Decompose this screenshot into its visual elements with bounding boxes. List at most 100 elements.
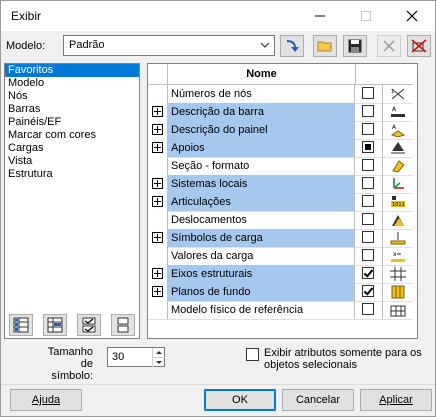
- expand-cell[interactable]: [148, 121, 168, 139]
- row-checkbox[interactable]: [362, 105, 374, 117]
- expand-plus-icon[interactable]: [152, 196, 163, 207]
- select-all-button[interactable]: [9, 314, 33, 336]
- expand-cell[interactable]: [148, 265, 168, 283]
- row-name-cell[interactable]: Valores da carga: [167, 247, 355, 265]
- row-name-cell[interactable]: Deslocamentos: [167, 211, 355, 229]
- row-checkbox-cell[interactable]: [355, 301, 383, 319]
- row-checkbox[interactable]: [362, 285, 374, 297]
- category-list[interactable]: Favoritos Modelo Nós Barras Painéis/EF M…: [4, 63, 140, 339]
- row-name-cell[interactable]: Apoios: [167, 139, 355, 157]
- help-button[interactable]: Ajuda: [10, 389, 82, 411]
- model-select[interactable]: Padrão: [63, 35, 275, 56]
- row-name-cell[interactable]: Números de nós: [167, 85, 355, 103]
- only-selected-checkbox[interactable]: [246, 348, 259, 361]
- category-item[interactable]: Estrutura: [5, 168, 139, 181]
- expand-cell[interactable]: [148, 229, 168, 247]
- reset-button[interactable]: [407, 35, 431, 57]
- category-item[interactable]: Painéis/EF: [5, 116, 139, 129]
- category-item[interactable]: Modelo: [5, 77, 139, 90]
- row-checkbox[interactable]: [362, 213, 374, 225]
- row-checkbox-cell[interactable]: [355, 139, 383, 157]
- table-row[interactable]: Descrição do painel A: [148, 121, 413, 140]
- row-name-cell[interactable]: Seção - formato: [167, 157, 355, 175]
- row-name-cell[interactable]: Descrição do painel: [167, 121, 355, 139]
- row-checkbox[interactable]: [362, 141, 374, 153]
- table-row[interactable]: Planos de fundo: [148, 283, 413, 302]
- row-name-cell[interactable]: Símbolos de carga: [167, 229, 355, 247]
- expand-cell[interactable]: [148, 139, 168, 157]
- table-row[interactable]: Símbolos de carga: [148, 229, 413, 248]
- row-checkbox-cell[interactable]: [355, 193, 383, 211]
- attribute-grid[interactable]: Nome Números de nós 1 Descrição da barra A D…: [147, 63, 418, 339]
- expand-plus-icon[interactable]: [152, 124, 163, 135]
- row-checkbox-cell[interactable]: [355, 247, 383, 265]
- row-checkbox-cell[interactable]: [355, 211, 383, 229]
- category-item[interactable]: Marcar com cores: [5, 129, 139, 142]
- table-row[interactable]: Sistemas locais: [148, 175, 413, 194]
- title-bar[interactable]: Exibir: [1, 1, 435, 31]
- category-item[interactable]: Barras: [5, 103, 139, 116]
- row-checkbox-cell[interactable]: [355, 85, 383, 103]
- minimize-icon[interactable]: [297, 1, 343, 31]
- save-button[interactable]: [343, 35, 367, 57]
- apply-model-button[interactable]: [280, 35, 304, 57]
- row-checkbox[interactable]: [362, 159, 374, 171]
- row-checkbox-cell[interactable]: [355, 157, 383, 175]
- table-row[interactable]: Deslocamentos: [148, 211, 413, 230]
- row-checkbox[interactable]: [362, 231, 374, 243]
- expand-plus-icon[interactable]: [152, 178, 163, 189]
- cancel-button[interactable]: Cancelar: [282, 389, 354, 411]
- table-row[interactable]: Valores da carga x=: [148, 247, 413, 266]
- category-item[interactable]: Cargas: [5, 142, 139, 155]
- row-checkbox[interactable]: [362, 87, 374, 99]
- row-checkbox-cell[interactable]: [355, 229, 383, 247]
- ok-button[interactable]: OK: [204, 389, 276, 411]
- spin-up-button[interactable]: [152, 348, 165, 357]
- expand-plus-icon[interactable]: [152, 232, 163, 243]
- table-row[interactable]: Números de nós 1: [148, 85, 413, 104]
- expand-plus-icon[interactable]: [152, 268, 163, 279]
- row-name-cell[interactable]: Planos de fundo: [167, 283, 355, 301]
- expand-plus-icon[interactable]: [152, 106, 163, 117]
- row-checkbox-cell[interactable]: [355, 283, 383, 301]
- symbol-size-spinner[interactable]: 30: [107, 347, 165, 367]
- check-selected-button[interactable]: [77, 314, 101, 336]
- category-item[interactable]: Nós: [5, 90, 139, 103]
- row-name-cell[interactable]: Descrição da barra: [167, 103, 355, 121]
- table-row[interactable]: Seção - formato: [148, 157, 413, 176]
- table-row[interactable]: Modelo físico de referência: [148, 301, 413, 320]
- expand-cell[interactable]: [148, 193, 168, 211]
- row-checkbox[interactable]: [362, 267, 374, 279]
- apply-button[interactable]: Aplicar: [360, 389, 432, 411]
- row-checkbox-cell[interactable]: [355, 265, 383, 283]
- row-checkbox-cell[interactable]: [355, 175, 383, 193]
- row-checkbox[interactable]: [362, 249, 374, 261]
- row-checkbox[interactable]: [362, 303, 374, 315]
- spin-down-button[interactable]: [152, 357, 165, 367]
- row-name-cell[interactable]: Eixos estruturais: [167, 265, 355, 283]
- table-row[interactable]: Eixos estruturais: [148, 265, 413, 284]
- category-item[interactable]: Vista: [5, 155, 139, 168]
- row-checkbox[interactable]: [362, 177, 374, 189]
- expand-cell[interactable]: [148, 283, 168, 301]
- row-checkbox-cell[interactable]: [355, 103, 383, 121]
- expand-cell[interactable]: [148, 175, 168, 193]
- table-row[interactable]: Articulações 1011: [148, 193, 413, 212]
- row-name-cell[interactable]: Articulações: [167, 193, 355, 211]
- close-icon[interactable]: [389, 1, 435, 31]
- grid-scrollbar[interactable]: [420, 63, 434, 339]
- delete-button[interactable]: [377, 35, 401, 57]
- row-checkbox[interactable]: [362, 195, 374, 207]
- open-button[interactable]: [313, 35, 337, 57]
- row-checkbox[interactable]: [362, 123, 374, 135]
- row-checkbox-cell[interactable]: [355, 121, 383, 139]
- row-name-cell[interactable]: Sistemas locais: [167, 175, 355, 193]
- table-row[interactable]: Descrição da barra A: [148, 103, 413, 122]
- row-name-cell[interactable]: Modelo físico de referência: [167, 301, 355, 319]
- expand-plus-icon[interactable]: [152, 142, 163, 153]
- expand-cell[interactable]: [148, 103, 168, 121]
- expand-plus-icon[interactable]: [152, 286, 163, 297]
- table-row[interactable]: Apoios: [148, 139, 413, 158]
- uncheck-button[interactable]: [111, 314, 135, 336]
- category-item[interactable]: Favoritos: [5, 64, 139, 77]
